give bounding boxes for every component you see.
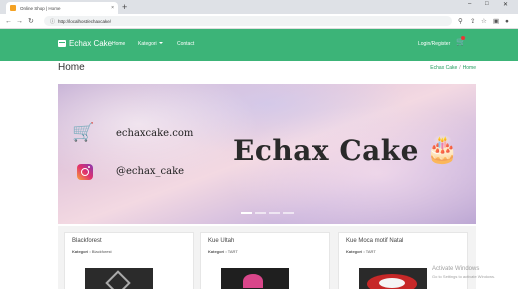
sidebar-icon[interactable]: ▣ <box>493 17 499 26</box>
product-category: Kategori : TART <box>346 249 376 254</box>
browser-toolbar: ← → ↻ ⓘ http://localhost/echaxcake/ ⚲ ⇪ … <box>0 14 518 29</box>
brand-link[interactable]: Echax Cake <box>58 39 112 48</box>
carousel-indicator[interactable] <box>255 212 266 214</box>
bookmark-star-icon[interactable]: ☆ <box>481 17 487 26</box>
nav-kategori-label: Kategori <box>138 41 157 47</box>
product-category: Kategori : TART <box>208 249 238 254</box>
brand-name: Echax Cake <box>69 39 113 48</box>
activate-windows-subtitle: Go to Settings to activate Windows. <box>432 274 496 279</box>
product-card[interactable]: Blackforest Kategori : Blackforest <box>64 232 194 289</box>
banner-headline: Echax Cake <box>233 134 419 167</box>
category-value: TART <box>365 249 376 254</box>
breadcrumb-item-home: Home <box>462 65 476 71</box>
product-card[interactable]: Kue Ultah Kategori : TART <box>200 232 330 289</box>
back-icon[interactable]: ← <box>5 17 12 26</box>
category-value: TART <box>227 249 238 254</box>
breadcrumb: Echax Cake / Home <box>430 65 476 71</box>
instagram-icon <box>77 164 93 180</box>
site-navbar: Echax Cake Home Kategori Contact Login/R… <box>0 29 518 61</box>
product-card[interactable]: Kue Moca motif Natal Kategori : TART <box>338 232 468 289</box>
product-name[interactable]: Kue Moca motif Natal <box>346 238 403 244</box>
profile-icon[interactable]: ● <box>505 17 509 26</box>
new-tab-button[interactable]: + <box>122 2 127 12</box>
forward-icon[interactable]: → <box>16 17 23 26</box>
category-label: Kategori : <box>72 249 91 254</box>
store-icon <box>58 40 66 47</box>
banner-carousel[interactable]: 🛒 echaxcake.com @echax_cake Echax Cake 🎂 <box>58 84 476 224</box>
breadcrumb-separator: / <box>459 65 461 71</box>
cake-icon: 🎂 <box>426 134 459 164</box>
tab-title: Online Shop | Home <box>20 5 61 11</box>
carousel-indicators <box>241 212 294 214</box>
close-window-button[interactable]: ✕ <box>503 1 508 8</box>
product-category: Kategori : Blackforest <box>72 249 112 254</box>
browser-tab[interactable]: Online Shop | Home × <box>6 2 118 14</box>
minimize-button[interactable]: – <box>468 1 471 7</box>
breadcrumb-item-echax-cake[interactable]: Echax Cake <box>430 65 457 71</box>
activate-windows-title: Activate Windows <box>432 266 480 272</box>
category-value: Blackforest <box>91 249 112 254</box>
nav-contact[interactable]: Contact <box>177 41 194 47</box>
url-text: http://localhost/echaxcake/ <box>58 18 112 24</box>
nav-home[interactable]: Home <box>112 41 125 47</box>
category-label: Kategori : <box>208 249 227 254</box>
nav-kategori[interactable]: Kategori <box>138 41 163 47</box>
chevron-down-icon <box>158 42 163 44</box>
product-list: Blackforest Kategori : Blackforest Kue U… <box>58 226 476 289</box>
product-image[interactable] <box>359 268 427 289</box>
share-icon[interactable]: ⇪ <box>470 17 475 26</box>
reload-icon[interactable]: ↻ <box>28 17 34 26</box>
address-bar[interactable]: ⓘ http://localhost/echaxcake/ <box>44 16 452 26</box>
shopping-cart-icon: 🛒 <box>72 122 95 142</box>
maximize-button[interactable]: □ <box>485 1 489 7</box>
category-label: Kategori : <box>346 249 365 254</box>
carousel-indicator[interactable] <box>241 212 252 214</box>
product-name[interactable]: Blackforest <box>72 238 102 244</box>
product-image[interactable] <box>85 268 153 289</box>
banner-website: echaxcake.com <box>116 128 194 139</box>
cart-icon[interactable]: 🛒 <box>456 36 466 46</box>
product-image[interactable] <box>221 268 289 289</box>
carousel-indicator[interactable] <box>283 212 294 214</box>
product-name[interactable]: Kue Ultah <box>208 238 234 244</box>
page-title: Home <box>58 62 85 73</box>
favicon-icon <box>10 5 16 11</box>
banner-instagram: @echax_cake <box>116 166 185 177</box>
tab-close-icon[interactable]: × <box>111 5 114 11</box>
login-register-link[interactable]: Login/Register <box>418 41 450 47</box>
info-icon[interactable]: ⓘ <box>50 18 55 25</box>
cart-badge <box>461 36 465 40</box>
browser-tab-bar: Online Shop | Home × + – □ ✕ <box>0 0 518 14</box>
zoom-icon[interactable]: ⚲ <box>458 17 463 26</box>
carousel-indicator[interactable] <box>269 212 280 214</box>
